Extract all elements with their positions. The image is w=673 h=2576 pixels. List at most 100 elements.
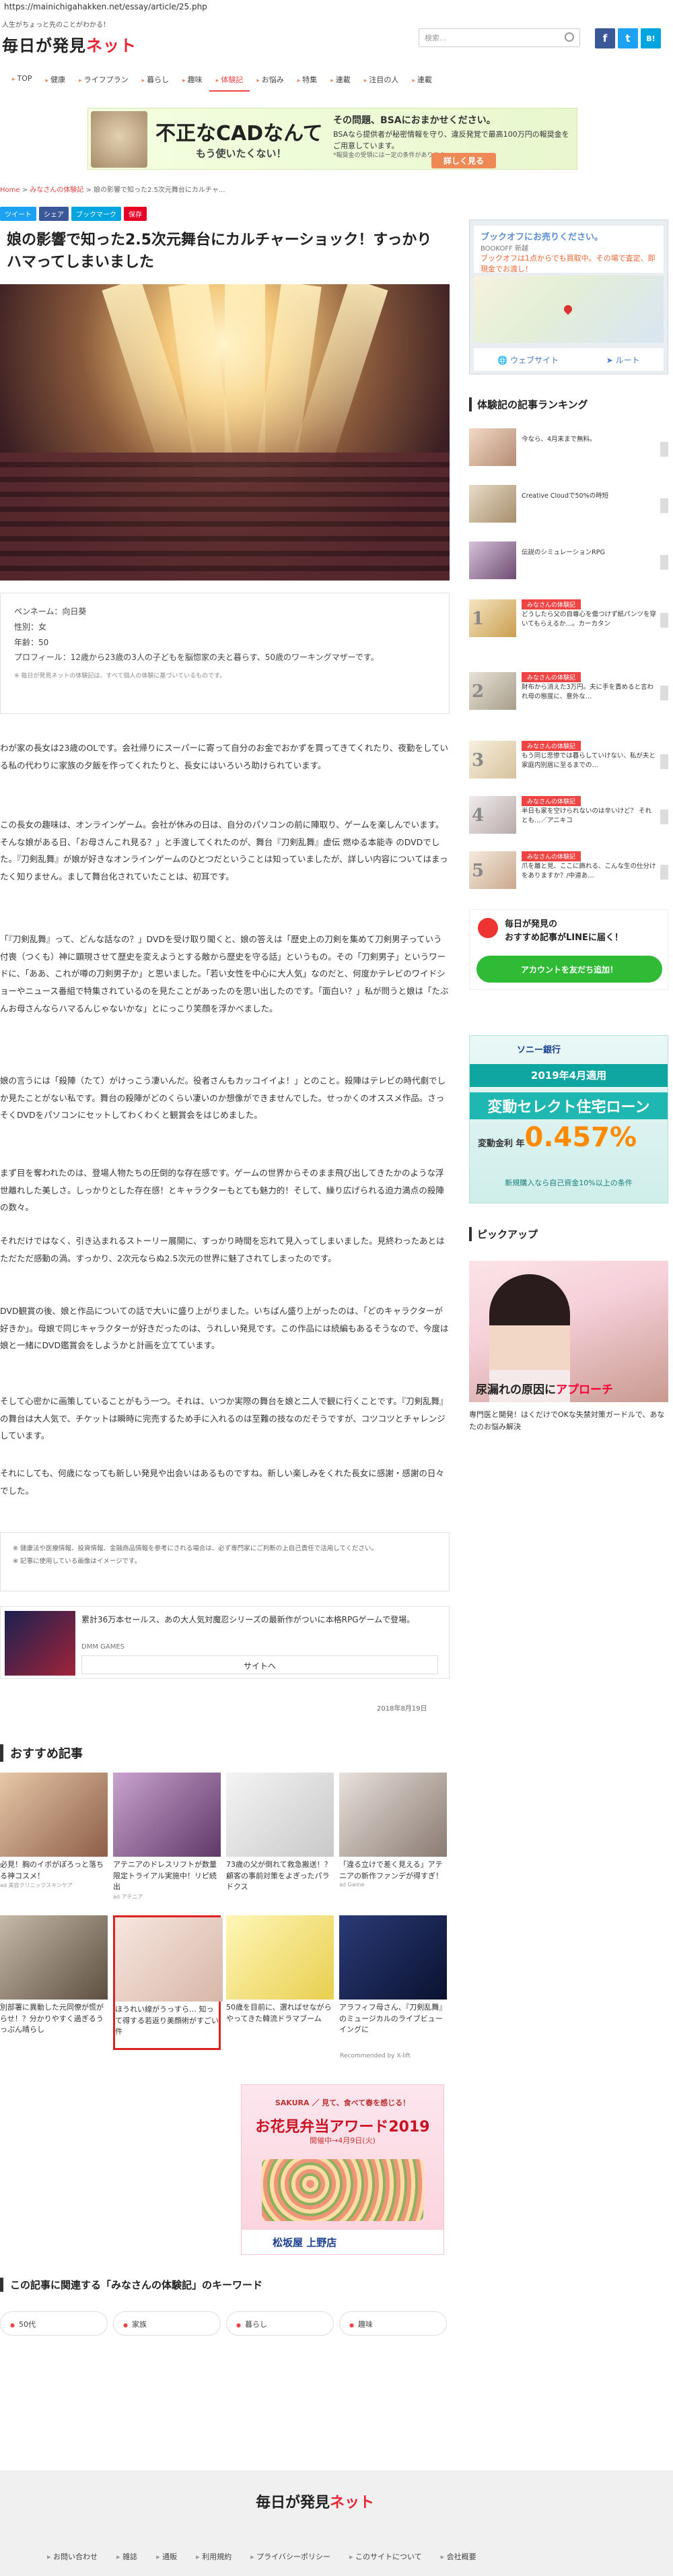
- profile-line: 性別：女: [14, 622, 47, 632]
- nav-item[interactable]: 体験記: [209, 70, 250, 92]
- recommended-thumbnail: [0, 1773, 108, 1857]
- recommended-caption: 73歳の父が倒れて救急搬送！？ 顧客の事前対策をよぎったパラドクス: [226, 1860, 332, 1891]
- footer-logo[interactable]: 毎日が発見ネット: [256, 2490, 374, 2512]
- dmm-ad[interactable]: 累計36万本セールス、あの大人気対魔忍シリーズの最新作がついに本格RPGゲームで…: [0, 1606, 450, 1679]
- profile-line: プロフィール：12歳から23歳の3人の子どもを脳惚家の夫と暮らす、50歳のワーキ…: [14, 653, 379, 663]
- share-button[interactable]: 保存: [124, 207, 147, 221]
- breadcrumb-home[interactable]: Home: [0, 187, 20, 194]
- sony-bank-ad[interactable]: ソニー銀行 2019年4月適用 変動セレクト住宅ローン 変動金利 年0.457%…: [469, 1035, 668, 1203]
- ranking-thumbnail: [469, 541, 516, 579]
- site-tagline: 人生がちょっと先のことがわかる！: [2, 22, 110, 29]
- footer-link[interactable]: 雑誌: [116, 2551, 137, 2562]
- recommended-thumbnail: [226, 1773, 334, 1857]
- search-icon[interactable]: [565, 32, 574, 42]
- footer-link[interactable]: このサイトについて: [349, 2551, 422, 2562]
- chevron-right-icon: [660, 498, 668, 513]
- ranking-category: みなさんの体験記: [522, 741, 581, 751]
- url-bar[interactable]: https://mainichigahakken.net/essay/artic…: [0, 0, 673, 15]
- ranking-item[interactable]: 4 みなさんの体験記 半日も家を空けられないのは辛いけど？ それとも…／アニキコ: [469, 796, 668, 838]
- keyword-pill[interactable]: 50代: [0, 2311, 108, 2336]
- recommended-caption: 必見！胸のイボがぽろっと落ちる神コスメ！: [0, 1860, 104, 1880]
- recommended-card[interactable]: 「違る立けで差く見える」アテニアの新作ファンデが得すぎ！ ad Gwine: [339, 1773, 447, 1907]
- article-paragraph: 娘の言うには「殺陣（たて）がけっこう凄いんだ。役者さんもカッコイイよ！」とのこと…: [0, 1076, 446, 1121]
- logo-accent: ネット: [86, 36, 137, 55]
- nav-item[interactable]: 連載: [324, 70, 357, 92]
- footer-link[interactable]: 会社概要: [441, 2551, 476, 2562]
- dmm-ad-source: DMM GAMES: [81, 1643, 125, 1651]
- dmm-ad-text: 累計36万本セールス、あの大人気対魔忍シリーズの最新作がついに本格RPGゲームで…: [81, 1615, 415, 1624]
- ranking-item[interactable]: 5 みなさんの体験記 爪を離と見、ここに飾れる、こんな生の仕分けをありますか？/中道…: [469, 851, 668, 893]
- recommended-card[interactable]: アテニアのドレスリフトが数量限定トライアル実施中！リピ続出 ad アテニア: [113, 1773, 221, 1907]
- website-button[interactable]: 🌐 ウェブサイト: [497, 354, 559, 366]
- chevron-right-icon: [660, 754, 668, 769]
- footer-link[interactable]: 通販: [156, 2551, 177, 2562]
- hatena-icon[interactable]: B!: [641, 28, 661, 48]
- footer-link[interactable]: 利用規約: [196, 2551, 232, 2562]
- main-nav: TOP健康ライフプラン暮らし趣味体験記お悩み特集連載注目の人連載: [0, 70, 673, 92]
- nav-item[interactable]: 健康: [39, 70, 73, 92]
- recommended-caption: 「違る立けで差く見える」アテニアの新作ファンデが得すぎ！: [339, 1860, 443, 1880]
- article-paragraph: まず目を奪われたのは、登場人物たちの圧倒的な存在感です。ゲームの世界からそのまま…: [0, 1168, 444, 1213]
- ad-banner-top[interactable]: 不正なCADなんて もう使いたくない！ その問題、BSAにおまかせください。 B…: [87, 108, 577, 170]
- nav-item[interactable]: 注目の人: [357, 70, 406, 92]
- pickup-image[interactable]: 尿漏れの原因にアプローチ: [469, 1261, 668, 1402]
- pickup-text[interactable]: 専門医と開発！はくだけでOKな失禁対策ガードルで、あなたのお悩み解決: [469, 1409, 668, 1432]
- recommended-card[interactable]: 必見！胸のイボがぽろっと落ちる神コスメ！ ad 美容クリニックスキンケア: [0, 1773, 108, 1907]
- ranking-title: 体験記の記事ランキング: [469, 397, 668, 411]
- ranking-text: どうしたら父の自尊心を傷つけず紙パンツを穿いてもらえるか…。カーカタン: [522, 611, 656, 628]
- share-button[interactable]: シェア: [39, 207, 69, 221]
- keyword-pill[interactable]: 暮らし: [226, 2311, 334, 2336]
- nav-item[interactable]: 特集: [291, 70, 324, 92]
- ranking-item[interactable]: 3 みなさんの体験記 もう同じ悲惨では暮らしていけない、私が夫と家庭内別居に至るまで…: [469, 741, 668, 783]
- ad-sakura[interactable]: SAKURA ／ 見て、食べて春を感じる！ お花見弁当アワード2019 開催中→…: [241, 2084, 444, 2255]
- facebook-icon[interactable]: f: [595, 28, 615, 48]
- share-row: ツイート シェア ブックマーク 保存: [0, 207, 147, 221]
- dmm-ad-button[interactable]: サイトへ: [81, 1655, 438, 1674]
- ranking-number: 4: [472, 805, 485, 826]
- twitter-icon[interactable]: t: [618, 28, 638, 48]
- map-widget[interactable]: ブックオフにお売りください。 BOOKOFF 新越 ブックオフは1点からでも買取…: [469, 220, 668, 374]
- footer-link[interactable]: プライバシーポリシー: [250, 2551, 330, 2562]
- recommended-card[interactable]: 別部署に異動した元同僚が慌がらせ！？分かりやすく過ぎるうっぷん晴らし: [0, 1915, 108, 2050]
- line-widget: 毎日が発見の おすすめ記事がLINEに届く！ アカウントを友だち追加！: [469, 909, 668, 990]
- ranking-item[interactable]: 2 みなさんの体験記 財布から消えた3万円。夫に手を責めると言われ母の態度に、意外な…: [469, 672, 668, 714]
- article-paragraph: DVD観賞の後、娘と作品についての話で大いに盛り上がりました。いちばん盛り上がっ…: [0, 1306, 449, 1351]
- ranking-item[interactable]: 今なら、4月末まで無料。: [469, 428, 668, 470]
- ranking-number: 1: [472, 609, 485, 629]
- route-button[interactable]: ➤ ルート: [606, 354, 640, 366]
- ranking-item[interactable]: Creative Cloudで50%の時短: [469, 485, 668, 527]
- nav-item[interactable]: お悩み: [250, 70, 291, 92]
- search-input[interactable]: 検索...: [419, 28, 580, 47]
- recommended-by[interactable]: Recommended by X-lift: [340, 2053, 411, 2059]
- article-date: 2018年8月19日: [377, 1705, 427, 1713]
- keyword-pill[interactable]: 趣味: [339, 2311, 447, 2336]
- ranking-thumbnail: [469, 485, 516, 523]
- chevron-right-icon: [660, 865, 668, 880]
- share-button[interactable]: ブックマーク: [71, 207, 121, 221]
- breadcrumb-current: 娘の影響で知った2.5次元舞台にカルチャ...: [94, 187, 225, 194]
- nav-item[interactable]: TOP: [5, 70, 39, 92]
- recommended-card[interactable]: アラフィフ母さん、『刀剣乱舞』のミュージカルのライブビューイングに: [339, 1915, 447, 2050]
- ad-sakura-line2: お花見弁当アワード2019: [255, 2119, 430, 2136]
- ad-cta-button[interactable]: 詳しく見る: [431, 153, 497, 168]
- recommended-card[interactable]: 50歳を目前に、選ればせながらやってきた韓流ドラマブーム: [226, 1915, 334, 2050]
- nav-item[interactable]: 暮らし: [135, 70, 176, 92]
- line-add-friend-button[interactable]: アカウントを友だち追加！: [476, 956, 662, 983]
- keyword-pill[interactable]: 家族: [113, 2311, 221, 2336]
- sony-logo: ソニー銀行: [517, 1045, 561, 1055]
- nav-item[interactable]: 連載: [405, 70, 439, 92]
- share-button[interactable]: ツイート: [0, 207, 36, 221]
- recommended-card[interactable]: ほうれい線がうっすら… 知って得する若返り美顔術がすごい件: [113, 1915, 223, 2050]
- recommended-thumbnail: [226, 1915, 334, 2000]
- site-logo[interactable]: 毎日が発見ネット: [2, 32, 137, 56]
- nav-item[interactable]: 趣味: [176, 70, 209, 92]
- footer-link[interactable]: お問い合わせ: [47, 2551, 98, 2562]
- recommended-card[interactable]: 73歳の父が倒れて救急搬送！？ 顧客の事前対策をよぎったパラドクス: [226, 1773, 334, 1907]
- breadcrumb-category[interactable]: みなさんの体験記: [30, 187, 83, 194]
- ranking-category: みなさんの体験記: [522, 599, 581, 609]
- nav-item[interactable]: ライフプラン: [72, 70, 135, 92]
- keywords-row: 50代家族暮らし趣味: [0, 2311, 447, 2336]
- ranking-item[interactable]: 1 みなさんの体験記どうしたら父の自尊心を傷つけず紙パンツを穿いてもらえるか…。カ…: [469, 599, 668, 641]
- ranking-item[interactable]: 伝説のシミュレーションRPG: [469, 541, 668, 583]
- ranking-number: 3: [472, 750, 485, 770]
